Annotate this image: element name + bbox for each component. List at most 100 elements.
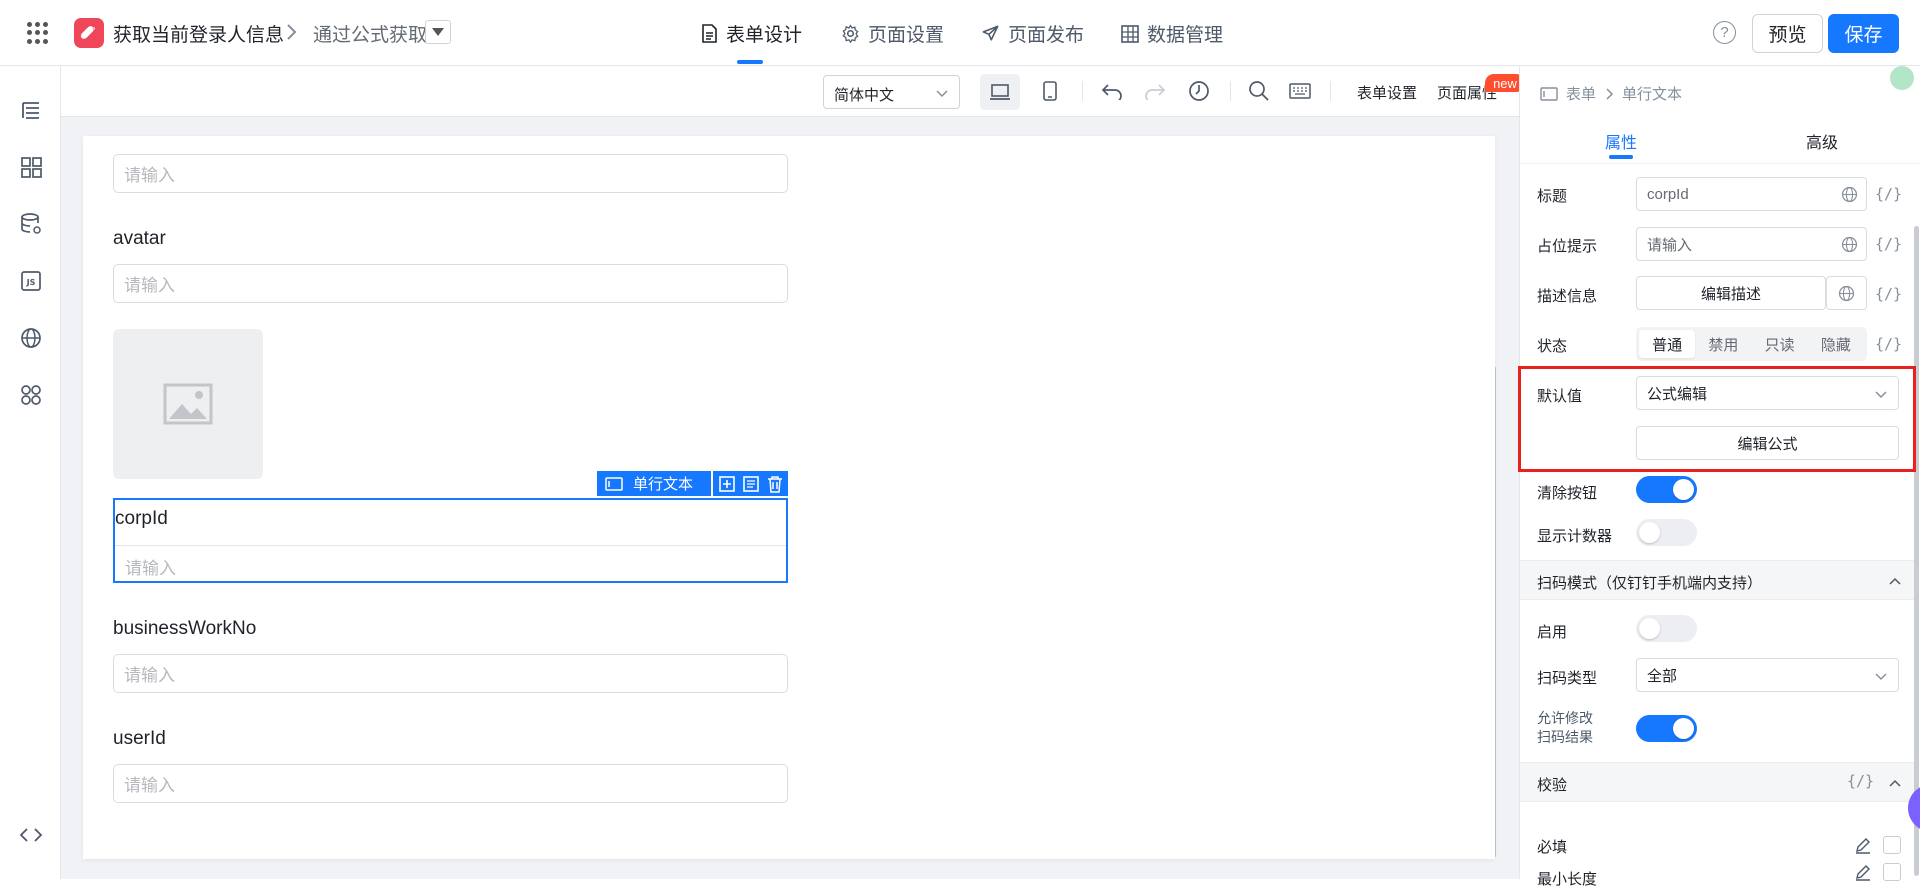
undo-icon — [1101, 84, 1122, 100]
field-label-avatar: avatar — [113, 228, 166, 249]
help-icon[interactable]: ? — [1713, 21, 1736, 44]
active-panel-tab-indicator — [1609, 155, 1633, 159]
chevron-down-icon — [1875, 391, 1887, 399]
globe-icon[interactable] — [19, 326, 43, 350]
placeholder-variable-binding[interactable]: {/} — [1875, 235, 1902, 253]
globe-icon[interactable] — [1841, 236, 1858, 253]
properties-panel: 表单 单行文本 属性 高级 标题 corpId {/} 占位提示 请输入 {/}… — [1518, 66, 1920, 888]
undo-button[interactable] — [1100, 79, 1124, 103]
selected-field-corpid[interactable]: corpId 请输入 — [113, 498, 788, 583]
clear-button-toggle[interactable] — [1636, 476, 1697, 503]
save-button[interactable]: 保存 — [1828, 14, 1899, 53]
tab-page-settings[interactable]: 页面设置 — [841, 20, 944, 47]
tab-advanced[interactable]: 高级 — [1806, 129, 1838, 153]
state-option-disabled[interactable]: 禁用 — [1695, 330, 1751, 358]
chevron-right-icon — [287, 24, 297, 40]
components-icon[interactable] — [19, 155, 43, 179]
default-value-label: 默认值 — [1537, 388, 1583, 405]
preview-button[interactable]: 预览 — [1752, 14, 1823, 53]
state-option-readonly[interactable]: 只读 — [1752, 330, 1808, 358]
required-checkbox[interactable] — [1883, 836, 1901, 854]
show-counter-label: 显示计数器 — [1537, 528, 1613, 545]
validation-variable-binding[interactable]: {/} — [1847, 772, 1874, 790]
add-icon[interactable] — [718, 475, 736, 493]
description-i18n-button[interactable] — [1826, 276, 1867, 310]
datasource-icon[interactable] — [19, 212, 43, 236]
app-title[interactable]: 获取当前登录人信息 — [113, 20, 284, 47]
panel-scrollbar[interactable] — [1914, 226, 1919, 876]
edit-formula-button[interactable]: 编辑公式 — [1636, 426, 1899, 460]
scan-mode-section-header[interactable]: 扫码模式（仅钉钉手机端内支持） — [1520, 560, 1914, 600]
field-input-userid[interactable]: 请输入 — [113, 764, 788, 803]
scan-enable-toggle[interactable] — [1636, 615, 1697, 642]
send-icon — [982, 25, 999, 41]
clock-icon — [1189, 81, 1209, 101]
allow-edit-scan-toggle[interactable] — [1636, 715, 1697, 742]
edit-icon[interactable] — [1854, 836, 1872, 854]
state-segmented-control: 普通 禁用 只读 隐藏 — [1636, 327, 1867, 361]
state-option-hidden[interactable]: 隐藏 — [1808, 330, 1864, 358]
field-divider — [115, 545, 786, 546]
tab-page-publish[interactable]: 页面发布 — [981, 20, 1084, 47]
mobile-view-button[interactable] — [1038, 79, 1062, 103]
toolbar-divider — [1330, 81, 1331, 101]
language-select[interactable]: 简体中文 — [823, 75, 960, 109]
field-input-businessworkno[interactable]: 请输入 — [113, 654, 788, 693]
tab-data-management[interactable]: 数据管理 — [1121, 20, 1223, 47]
text-field-icon — [605, 476, 623, 491]
keyboard-icon — [1289, 83, 1311, 99]
required-label: 必填 — [1537, 839, 1568, 856]
state-variable-binding[interactable]: {/} — [1875, 335, 1902, 353]
form-icon — [1540, 86, 1558, 101]
chevron-up-icon — [1889, 779, 1901, 787]
selected-component-tag[interactable]: 单行文本 — [597, 471, 711, 496]
image-icon — [163, 383, 213, 425]
edit-description-button[interactable]: 编辑描述 — [1636, 276, 1826, 310]
field-label-corpid: corpId — [115, 508, 168, 529]
field-label-businessworkno: businessWorkNo — [113, 618, 257, 639]
form-settings-link[interactable]: 表单设置 — [1357, 82, 1417, 103]
field-input-top[interactable]: 请输入 — [113, 154, 788, 193]
delete-icon[interactable] — [767, 475, 783, 493]
field-input-avatar[interactable]: 请输入 — [113, 264, 788, 303]
show-counter-toggle[interactable] — [1636, 519, 1697, 546]
image-placeholder[interactable] — [113, 329, 263, 479]
app-logo — [74, 18, 104, 48]
code-icon[interactable] — [19, 823, 43, 847]
allow-edit-scan-label: 允许修改 扫码结果 — [1537, 710, 1593, 745]
toggle-knob — [1639, 618, 1660, 639]
sub-page-title[interactable]: 通过公式获取 — [313, 20, 427, 47]
scan-type-select[interactable]: 全部 — [1636, 658, 1899, 692]
breadcrumb-root[interactable]: 表单 — [1566, 83, 1596, 104]
globe-icon[interactable] — [1841, 186, 1858, 203]
placeholder-label: 占位提示 — [1537, 238, 1598, 255]
title-input[interactable]: corpId — [1636, 177, 1867, 211]
page-switch-dropdown[interactable] — [425, 20, 451, 44]
redo-button[interactable] — [1143, 79, 1167, 103]
desktop-view-button[interactable] — [980, 74, 1020, 110]
history-button[interactable] — [1187, 79, 1211, 103]
edit-icon[interactable] — [1854, 863, 1872, 881]
state-option-normal[interactable]: 普通 — [1639, 330, 1696, 358]
apps-grid-icon[interactable] — [27, 22, 49, 44]
validation-section-header[interactable]: 校验 {/} — [1520, 762, 1914, 802]
clear-button-label: 清除按钮 — [1537, 485, 1598, 502]
plugins-icon[interactable] — [19, 383, 43, 407]
outline-icon[interactable] — [19, 98, 43, 122]
description-variable-binding[interactable]: {/} — [1875, 285, 1902, 303]
gear-icon — [842, 24, 859, 43]
copy-icon[interactable] — [742, 475, 760, 493]
chevron-down-icon — [1875, 673, 1887, 681]
tab-properties[interactable]: 属性 — [1605, 129, 1637, 153]
keyboard-button[interactable] — [1288, 79, 1312, 103]
field-input-corpid[interactable]: 请输入 — [125, 554, 176, 579]
placeholder-input[interactable]: 请输入 — [1636, 227, 1867, 261]
min-length-checkbox[interactable] — [1883, 863, 1901, 881]
default-value-mode-select[interactable]: 公式编辑 — [1636, 376, 1899, 410]
js-icon[interactable]: JS — [19, 269, 43, 293]
selected-component-actions — [713, 471, 788, 496]
search-button[interactable] — [1247, 79, 1271, 103]
tab-form-design[interactable]: 表单设计 — [701, 20, 802, 47]
title-variable-binding[interactable]: {/} — [1875, 185, 1902, 203]
chevron-down-icon — [936, 90, 948, 98]
